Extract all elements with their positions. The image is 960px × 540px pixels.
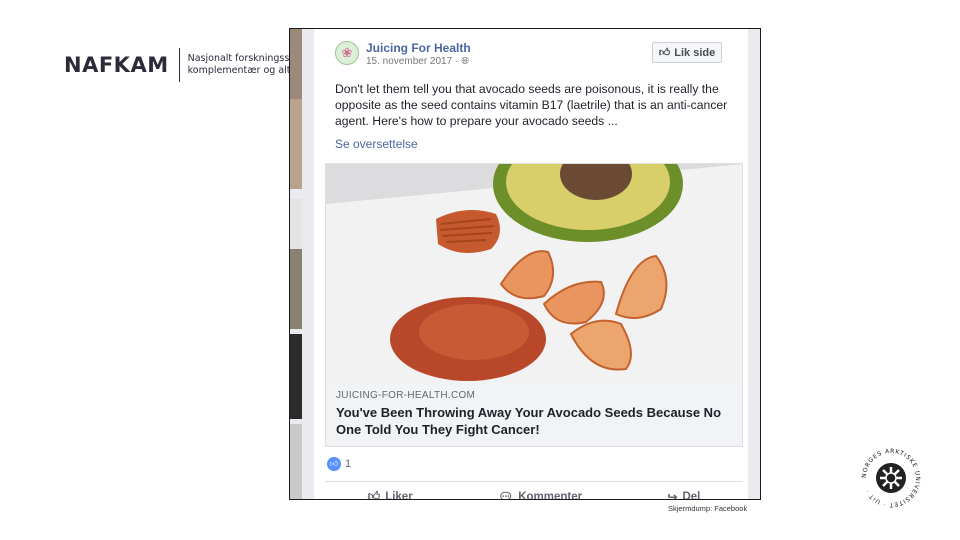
globe-icon: 🌐︎ <box>461 56 470 67</box>
background-page-strip <box>290 29 302 499</box>
link-preview-card[interactable]: JUICING-FOR-HEALTH.COM You've Been Throw… <box>325 163 743 447</box>
facebook-post: ❀ Juicing For Health 15. november 2017 ·… <box>314 29 748 500</box>
post-date-text: 15. november 2017 · <box>366 56 462 67</box>
see-translation-link[interactable]: Se oversettelse <box>335 137 418 151</box>
screenshot-caption: Skjermdump: Facebook <box>668 504 748 513</box>
share-label: Del <box>682 490 701 500</box>
like-label: Liker <box>385 490 413 500</box>
share-button[interactable]: ↪ Del <box>667 489 700 500</box>
page-avatar[interactable]: ❀ <box>335 41 359 65</box>
comment-label: Kommenter <box>518 490 583 500</box>
action-divider <box>325 481 743 482</box>
page-meta: Juicing For Health 15. november 2017 · 🌐… <box>366 41 471 68</box>
post-actions: 👍︎ Liker 💬︎ Kommenter ↪ Del <box>325 489 743 500</box>
like-reaction-icon: 👍︎ <box>327 457 341 471</box>
post-date[interactable]: 15. november 2017 · 🌐︎ <box>366 55 471 68</box>
like-button[interactable]: 👍︎ Liker <box>367 489 413 500</box>
reaction-count: 1 <box>345 458 352 470</box>
comment-icon: 💬︎ <box>497 489 514 500</box>
post-header: ❀ Juicing For Health 15. november 2017 ·… <box>335 41 471 68</box>
post-text: Don't let them tell you that avocado see… <box>335 82 728 128</box>
link-title[interactable]: You've Been Throwing Away Your Avocado S… <box>336 404 736 438</box>
uit-seal-logo: NORGES ARKTISKE UNIVERSITET · UiT · <box>861 448 920 508</box>
logo-wordmark: NAFKAM <box>64 53 169 77</box>
page-name-link[interactable]: Juicing For Health <box>366 41 471 55</box>
reactions-summary[interactable]: 👍︎ 1 <box>327 457 351 471</box>
thumbs-up-icon: 👍︎ <box>658 47 671 59</box>
facebook-screenshot: ❀ Juicing For Health 15. november 2017 ·… <box>289 28 761 500</box>
link-domain: JUICING-FOR-HEALTH.COM <box>336 390 476 401</box>
like-page-label: Lik side <box>674 46 716 59</box>
avocado-seed-image <box>326 164 742 382</box>
like-page-button[interactable]: 👍︎ Lik side <box>652 42 722 63</box>
comment-button[interactable]: 💬︎ Kommenter <box>498 489 582 500</box>
thumbs-up-icon: 👍︎ <box>367 489 381 500</box>
logo-divider <box>178 48 180 82</box>
share-icon: ↪ <box>667 489 678 500</box>
